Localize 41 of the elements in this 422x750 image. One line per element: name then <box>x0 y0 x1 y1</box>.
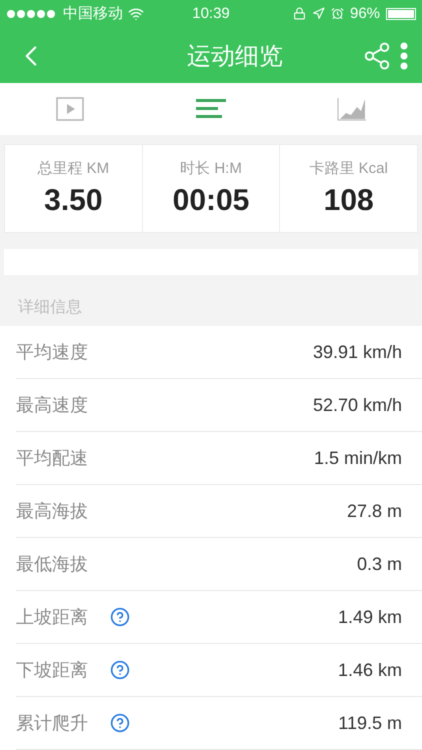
more-icon <box>400 42 408 70</box>
lock-icon <box>292 7 306 20</box>
detail-value: 27.8 m <box>346 500 402 522</box>
detail-value: 1.46 km <box>338 660 402 680</box>
detail-label: 平均速度 <box>16 341 88 364</box>
signal-icon <box>6 8 58 19</box>
help-icon[interactable] <box>110 660 130 680</box>
stat-value: 108 <box>324 184 374 218</box>
detail-label: 平均配速 <box>16 447 88 470</box>
location-icon <box>312 7 325 20</box>
detail-label: 最高速度 <box>16 394 88 417</box>
detail-label: 最低海拔 <box>16 553 88 576</box>
battery-icon <box>386 8 416 20</box>
page-title: 运动细览 <box>186 42 284 72</box>
detail-label: 累计爬升 <box>16 712 88 735</box>
area-chart-icon <box>336 97 367 122</box>
detail-value: 39.91 km/h <box>312 342 402 362</box>
carrier-name: 中国移动 <box>63 4 123 24</box>
stat-label: 卡路里 Kcal <box>310 159 388 178</box>
wifi-icon <box>128 6 144 22</box>
stat-label: 时长 H:M <box>180 159 242 178</box>
detail-label: 最高海拔 <box>16 500 88 523</box>
detail-value: 1.5 min/km <box>314 448 402 468</box>
alarm-icon <box>330 7 344 20</box>
play-icon <box>56 97 84 122</box>
detail-label: 上坡距离 <box>16 606 88 629</box>
stat-value: 00:05 <box>172 184 250 218</box>
detail-label: 下坡距离 <box>16 659 88 682</box>
list-icon <box>196 98 226 120</box>
battery-percent: 96% <box>350 5 380 22</box>
detail-value: 1.49 km <box>338 606 402 628</box>
stat-value: 3.50 <box>44 184 103 218</box>
status-time: 10:39 <box>192 5 230 22</box>
detail-value: 0.3 m <box>356 554 402 574</box>
help-icon[interactable] <box>110 713 130 733</box>
help-icon[interactable] <box>110 607 130 627</box>
section-header: 详细信息 <box>17 298 83 318</box>
stat-label: 总里程 KM <box>38 159 110 178</box>
share-icon <box>362 40 392 71</box>
detail-value: 52.70 km/h <box>312 394 402 416</box>
detail-value: 119.5 m <box>338 712 402 734</box>
